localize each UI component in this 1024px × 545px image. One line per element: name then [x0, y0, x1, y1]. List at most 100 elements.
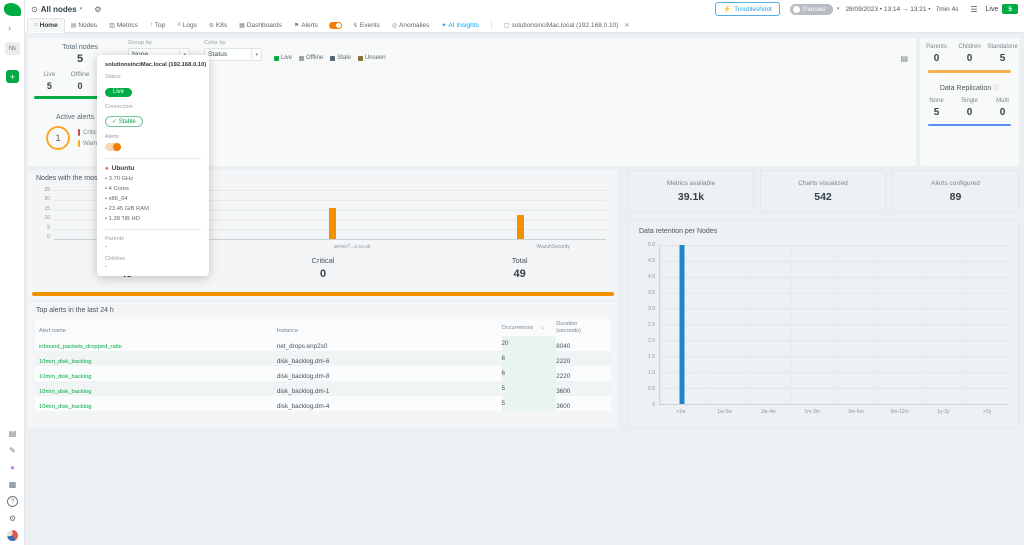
tab-divider [491, 20, 492, 30]
node-alerts-toggle[interactable] [105, 143, 121, 151]
integrations-icon[interactable]: ● [7, 462, 18, 473]
metrics-icon: ▥ [109, 22, 115, 29]
tab-node-solutionsincimac[interactable]: ▢ solutionsinciMac.local (192.168.0.10) … [498, 18, 636, 33]
retention-bar-lt1w[interactable] [679, 245, 684, 404]
scope-selector[interactable]: ⊙ All nodes ▾ [31, 5, 82, 14]
tab-alerts[interactable]: ⚑ Alerts [288, 18, 324, 33]
netdata-logo-icon[interactable] [4, 3, 21, 16]
legend-live-swatch [274, 56, 279, 61]
top-icon: ↑ [150, 22, 153, 28]
live-label: Live [986, 6, 999, 13]
toggle-knob [336, 23, 341, 28]
home-icon: ⌂ [34, 22, 38, 28]
tab-events[interactable]: ↯ Events [347, 18, 386, 33]
connection-stable-badge: ✓ Stable [105, 116, 143, 127]
troubleshoot-icon: ⚡ [723, 5, 731, 13]
alerts-notifications-toggle[interactable] [329, 22, 342, 29]
tab-home[interactable]: ⌂ Home [27, 18, 65, 33]
active-alerts-ring[interactable]: 1 [46, 126, 70, 150]
legend-unseen-swatch [358, 56, 363, 61]
status-legend: Live Offline Stale Unseen [274, 55, 386, 61]
view-toggle-icon[interactable]: ▤ [900, 54, 908, 63]
top-bar: ⊙ All nodes ▾ ⚙ ⚡ Troubleshoot Paused ▾ … [25, 0, 1024, 18]
live-node-count-badge[interactable]: 5 [1002, 4, 1018, 14]
tab-anomalies[interactable]: ◎ Anomalies [386, 18, 436, 33]
space-avatar[interactable]: Ns [5, 42, 20, 55]
data-retention-card: Data retention per Nodes 5.04.54.03.53.0… [628, 220, 1019, 428]
help-icon[interactable]: ? [7, 496, 18, 507]
color-by-label: Color by [204, 40, 262, 46]
retention-chart-title: Data retention per Nodes [639, 228, 717, 235]
user-avatar[interactable] [7, 530, 18, 541]
retention-x-labels: <1w1w-2w2w-4w1m-3m3m-6m6m-12m1y-2y>2y [659, 409, 1009, 415]
color-by-control: Color by Status ▾ [204, 40, 262, 61]
events-icon: ↯ [353, 22, 358, 29]
os-name: Ubuntu [112, 165, 135, 172]
expand-sidebar-icon[interactable]: › [8, 24, 11, 33]
offline-col-value: 0 [65, 81, 96, 91]
feedback-icon[interactable]: ▦ [7, 479, 18, 490]
bar-wazuhsecurity[interactable] [517, 215, 524, 239]
tab-nodes[interactable]: ▤ Nodes [65, 18, 103, 33]
retention-bar-plot [659, 245, 1009, 405]
offline-col-label: Offline [65, 71, 96, 78]
data-replication-title: Data Replication ⓘ [920, 83, 1019, 92]
top-alerts-card: Top alerts in the last 24 h Alert name I… [28, 302, 618, 428]
close-icon[interactable]: ✕ [624, 22, 629, 29]
y-axis-ticks: 2520151050 [32, 187, 50, 240]
assistant-icon[interactable]: ✎ [7, 445, 18, 456]
critical-chip-icon [78, 129, 80, 136]
warning-ratio-bar [32, 292, 614, 296]
legend-offline-swatch [299, 56, 304, 61]
add-space-button[interactable]: + [6, 70, 19, 83]
node-monitor-icon: ▢ [504, 22, 510, 29]
group-by-label: Group by [128, 40, 190, 46]
alert-name-link[interactable]: 10min_disk_backlog [39, 404, 92, 410]
pause-knob-icon [793, 6, 800, 13]
tab-metrics[interactable]: ▥ Metrics [103, 18, 144, 33]
replication-bar [928, 124, 1011, 127]
anomalies-icon: ◎ [392, 22, 397, 29]
info-icon[interactable]: ⓘ [993, 86, 999, 92]
tab-top[interactable]: ↑ Top [144, 18, 171, 33]
table-header-row: Alert name Instance Occurrences↓ Duratio… [35, 319, 611, 336]
bar-server7[interactable] [329, 208, 336, 239]
netdata-dashboard: › Ns + ▤ ✎ ● ▦ ? ⚙ ⊙ All nodes ▾ ⚙ ⚡ Tro… [0, 0, 1024, 545]
workspace-settings-icon[interactable]: ⚙ [94, 5, 101, 14]
tab-k8s[interactable]: ⊛ K8s [203, 18, 233, 33]
troubleshoot-button[interactable]: ⚡ Troubleshoot [715, 2, 780, 16]
node-list-icon[interactable]: ☰ [970, 5, 977, 14]
retention-y-ticks: 5.04.54.03.53.02.52.01.51.00.50 [633, 242, 655, 408]
table-row[interactable]: 10min_disk_backlog disk_backlog.dm-4 5 3… [35, 396, 611, 411]
warning-chip-icon [78, 140, 80, 147]
gift-icon[interactable]: ▤ [7, 428, 18, 439]
space-rail: › Ns + ▤ ✎ ● ▦ ? ⚙ [0, 0, 25, 545]
node-tooltip: solutionsinciMac.local (192.168.0.10) St… [97, 55, 209, 276]
live-col-value: 5 [34, 81, 65, 91]
chevron-down-icon[interactable]: ▾ [837, 6, 840, 12]
tab-dashboards[interactable]: ▦ Dashboards [233, 18, 288, 33]
alerts-total: 49 [421, 268, 618, 280]
ubuntu-logo-icon: ● [105, 166, 109, 172]
settings-gear-icon[interactable]: ⚙ [7, 513, 18, 524]
legend-stale-swatch [330, 56, 335, 61]
standalone-bar [928, 70, 1011, 73]
critical-total: 0 [225, 268, 422, 280]
date-range-picker[interactable]: 28/09/2023 • 13:14 → 13:21 • [845, 6, 930, 13]
metrics-available-card: Metrics available 39.1k [628, 170, 754, 212]
alerts-configured-card: Alerts configured 89 [892, 170, 1019, 212]
nodes-icon: ▤ [71, 22, 77, 29]
play-pause-toggle[interactable]: Paused [790, 4, 833, 15]
charts-visualized-card: Charts visualized 542 [760, 170, 886, 212]
scope-label: All nodes [41, 5, 77, 14]
tab-ai-insights[interactable]: ✦ AI Insights [435, 18, 484, 33]
top-alerts-table: Alert name Instance Occurrences↓ Duratio… [35, 319, 611, 411]
scope-icon: ⊙ [31, 5, 38, 14]
tab-logs[interactable]: ≡ Logs [171, 18, 203, 33]
tab-bar: ⌂ Home ▤ Nodes ▥ Metrics ↑ Top ≡ Logs ⊛ … [25, 18, 1024, 33]
tooltip-node-title: solutionsinciMac.local (192.168.0.10) [105, 62, 201, 68]
toggle-knob [113, 143, 121, 151]
table-title: Top alerts in the last 24 h [36, 307, 114, 314]
color-by-select[interactable]: Status ▾ [204, 48, 262, 61]
sort-desc-icon[interactable]: ↓ [541, 325, 544, 331]
